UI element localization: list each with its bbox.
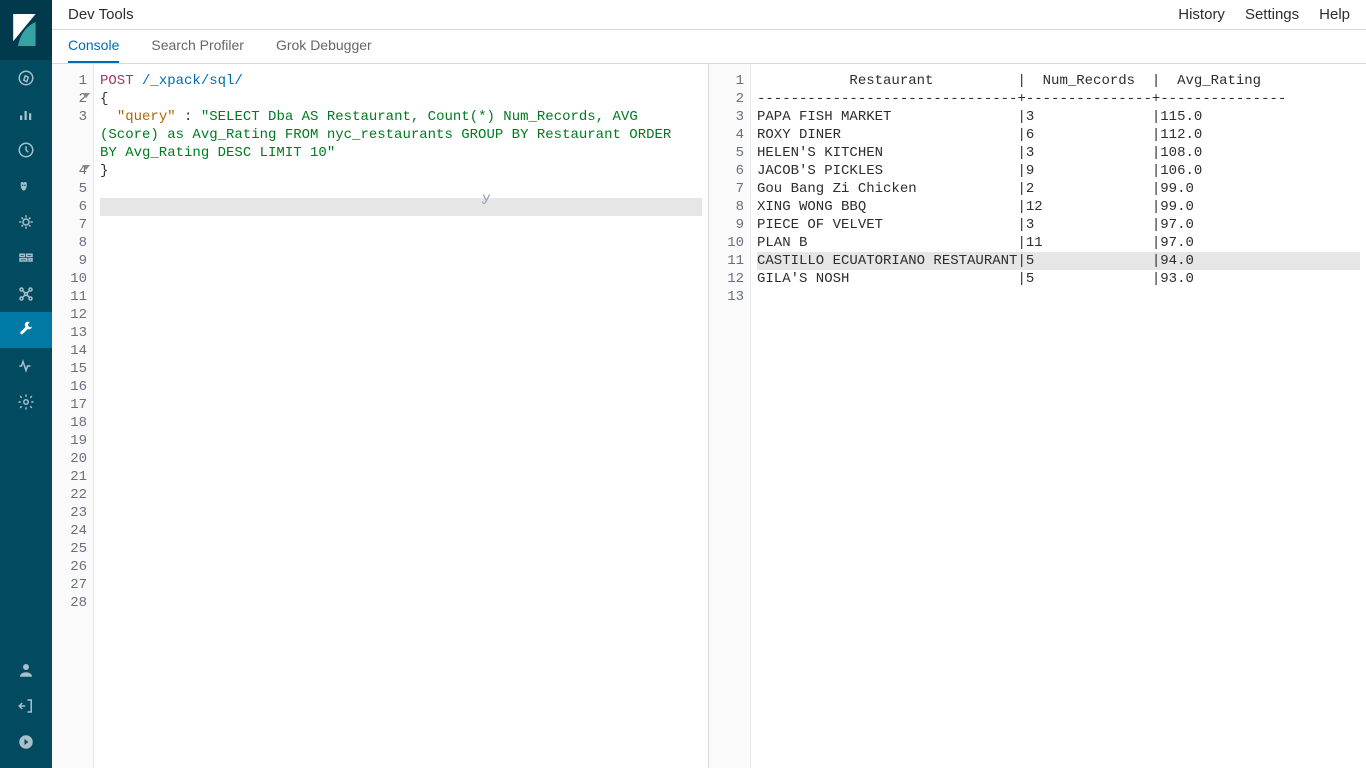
kibana-logo[interactable] xyxy=(0,0,52,60)
page-title: Dev Tools xyxy=(68,6,134,23)
header-links: History Settings Help xyxy=(1178,6,1350,23)
devtools-icon[interactable] xyxy=(0,312,52,348)
page-header: Dev Tools History Settings Help xyxy=(52,0,1366,30)
help-link[interactable]: Help xyxy=(1319,6,1350,23)
discover-icon[interactable] xyxy=(0,60,52,96)
user-icon[interactable] xyxy=(0,652,52,688)
logout-icon[interactable] xyxy=(0,688,52,724)
dashboard-icon[interactable] xyxy=(0,132,52,168)
management-icon[interactable] xyxy=(0,384,52,420)
visualize-icon[interactable] xyxy=(0,96,52,132)
apm-icon[interactable] xyxy=(0,204,52,240)
tabs: Console Search Profiler Grok Debugger xyxy=(52,30,1366,64)
editor-area: 1234567891011121314151617181920212223242… xyxy=(52,64,1366,768)
settings-link[interactable]: Settings xyxy=(1245,6,1299,23)
request-pane: 1234567891011121314151617181920212223242… xyxy=(52,64,709,768)
canvas-icon[interactable] xyxy=(0,240,52,276)
main-content: Dev Tools History Settings Help Console … xyxy=(52,0,1366,768)
collapse-icon[interactable] xyxy=(0,724,52,760)
sidebar-nav xyxy=(0,60,52,652)
tab-grok-debugger[interactable]: Grok Debugger xyxy=(276,29,372,63)
history-link[interactable]: History xyxy=(1178,6,1225,23)
sidebar-bottom xyxy=(0,652,52,768)
response-output[interactable]: Restaurant | Num_Records | Avg_Rating --… xyxy=(751,64,1366,768)
response-pane: 12345678910111213 Restaurant | Num_Recor… xyxy=(709,64,1366,768)
ml-icon[interactable] xyxy=(0,276,52,312)
request-gutter: 1234567891011121314151617181920212223242… xyxy=(52,64,94,768)
tab-search-profiler[interactable]: Search Profiler xyxy=(151,29,244,63)
sidebar xyxy=(0,0,52,768)
tab-console[interactable]: Console xyxy=(68,29,119,63)
response-gutter: 12345678910111213 xyxy=(709,64,751,768)
timelion-icon[interactable] xyxy=(0,168,52,204)
monitoring-icon[interactable] xyxy=(0,348,52,384)
request-editor[interactable]: POST /_xpack/sql/{ "query" : "SELECT Dba… xyxy=(94,64,708,768)
